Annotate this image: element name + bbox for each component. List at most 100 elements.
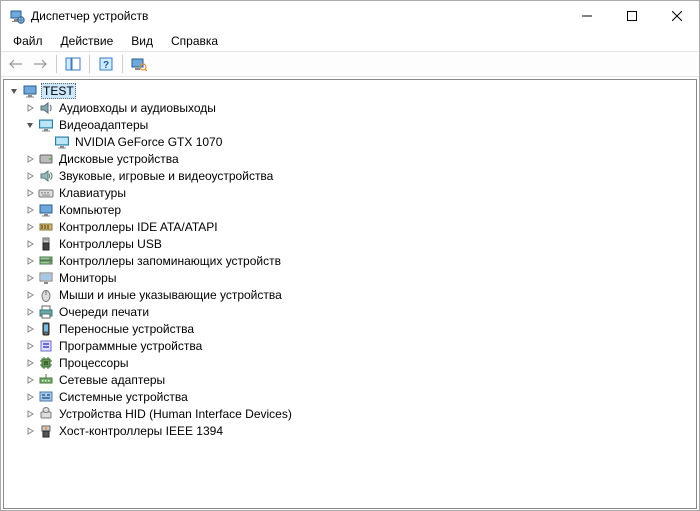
expand-collapse-icon[interactable] <box>24 374 36 386</box>
tree-category[interactable]: Переносные устройства <box>4 320 696 337</box>
tree-category-label: Контроллеры USB <box>57 236 164 252</box>
tree-category-label: Клавиатуры <box>57 185 128 201</box>
expand-collapse-icon[interactable] <box>24 204 36 216</box>
expand-collapse-icon[interactable] <box>24 357 36 369</box>
app-icon <box>9 8 25 24</box>
expand-collapse-icon[interactable] <box>24 289 36 301</box>
portable-icon <box>38 321 54 337</box>
computer-icon <box>38 202 54 218</box>
expand-collapse-icon[interactable] <box>24 102 36 114</box>
tree-category-label: Мыши и иные указывающие устройства <box>57 287 284 303</box>
tree-category[interactable]: Видеоадаптеры <box>4 116 696 133</box>
keyboard-icon <box>38 185 54 201</box>
tree-root[interactable]: TEST <box>4 82 696 99</box>
tree-category[interactable]: Мониторы <box>4 269 696 286</box>
tree-category[interactable]: Компьютер <box>4 201 696 218</box>
show-hide-console-button[interactable] <box>62 53 84 75</box>
menu-view[interactable]: Вид <box>123 32 161 50</box>
expand-collapse-icon[interactable] <box>24 119 36 131</box>
tree-category[interactable]: Процессоры <box>4 354 696 371</box>
tree-category[interactable]: Дисковые устройства <box>4 150 696 167</box>
expand-collapse-icon[interactable] <box>24 153 36 165</box>
tree-category-label: Устройства HID (Human Interface Devices) <box>57 406 294 422</box>
monitor-icon <box>38 270 54 286</box>
tree-category-label: Процессоры <box>57 355 131 371</box>
expand-collapse-icon[interactable] <box>24 187 36 199</box>
forward-button[interactable] <box>29 53 51 75</box>
help-button[interactable]: ? <box>95 53 117 75</box>
usb-icon <box>38 236 54 252</box>
window-title: Диспетчер устройств <box>31 9 564 23</box>
tree-category[interactable]: Хост-контроллеры IEEE 1394 <box>4 422 696 439</box>
expand-collapse-icon[interactable] <box>24 306 36 318</box>
device-tree[interactable]: TESTАудиовходы и аудиовыходыВидеоадаптер… <box>3 79 697 509</box>
expand-collapse-icon[interactable] <box>24 323 36 335</box>
tree-category[interactable]: Мыши и иные указывающие устройства <box>4 286 696 303</box>
menu-action[interactable]: Действие <box>53 32 122 50</box>
tree-category[interactable]: Контроллеры запоминающих устройств <box>4 252 696 269</box>
display-icon <box>54 134 70 150</box>
tree-device-label: NVIDIA GeForce GTX 1070 <box>73 134 224 150</box>
computer-icon <box>22 83 38 99</box>
tree-category-label: Очереди печати <box>57 304 151 320</box>
tree-category[interactable]: Системные устройства <box>4 388 696 405</box>
tree-category-label: Видеоадаптеры <box>57 117 150 133</box>
expand-collapse-icon[interactable] <box>24 238 36 250</box>
network-icon <box>38 372 54 388</box>
tree-category[interactable]: Клавиатуры <box>4 184 696 201</box>
expand-collapse-icon[interactable] <box>24 340 36 352</box>
controller-icon <box>38 219 54 235</box>
toolbar-separator <box>89 55 90 73</box>
tree-category[interactable]: Устройства HID (Human Interface Devices) <box>4 405 696 422</box>
storage-icon <box>38 253 54 269</box>
expand-collapse-icon[interactable] <box>24 221 36 233</box>
display-icon <box>38 117 54 133</box>
disk-icon <box>38 151 54 167</box>
audio-icon <box>38 100 54 116</box>
cpu-icon <box>38 355 54 371</box>
tree-device[interactable]: NVIDIA GeForce GTX 1070 <box>4 133 696 150</box>
tree-category[interactable]: Звуковые, игровые и видеоустройства <box>4 167 696 184</box>
tree-category-label: Хост-контроллеры IEEE 1394 <box>57 423 225 439</box>
tree-category[interactable]: Сетевые адаптеры <box>4 371 696 388</box>
tree-category[interactable]: Контроллеры IDE ATA/ATAPI <box>4 218 696 235</box>
minimize-button[interactable] <box>564 1 609 31</box>
tree-category-label: Мониторы <box>57 270 118 286</box>
tree-category-label: Дисковые устройства <box>57 151 181 167</box>
close-button[interactable] <box>654 1 699 31</box>
expand-collapse-icon[interactable] <box>24 391 36 403</box>
system-icon <box>38 389 54 405</box>
sound-icon <box>38 168 54 184</box>
tree-category-label: Компьютер <box>57 202 123 218</box>
mouse-icon <box>38 287 54 303</box>
toolbar-separator <box>56 55 57 73</box>
tree-category-label: Контроллеры IDE ATA/ATAPI <box>57 219 220 235</box>
toolbar: ? <box>1 51 699 77</box>
tree-category-label: Переносные устройства <box>57 321 196 337</box>
tree-category-label: Системные устройства <box>57 389 190 405</box>
expand-collapse-icon[interactable] <box>24 408 36 420</box>
tree-category[interactable]: Программные устройства <box>4 337 696 354</box>
expand-collapse-icon[interactable] <box>24 272 36 284</box>
back-button[interactable] <box>5 53 27 75</box>
menu-help[interactable]: Справка <box>163 32 226 50</box>
tree-category-label: Аудиовходы и аудиовыходы <box>57 100 218 116</box>
tree-category[interactable]: Аудиовходы и аудиовыходы <box>4 99 696 116</box>
tree-category-label: Звуковые, игровые и видеоустройства <box>57 168 275 184</box>
software-icon <box>38 338 54 354</box>
menu-file[interactable]: Файл <box>5 32 51 50</box>
printer-icon <box>38 304 54 320</box>
tree-category-label: Сетевые адаптеры <box>57 372 167 388</box>
expand-collapse-icon[interactable] <box>24 255 36 267</box>
window-controls <box>564 1 699 31</box>
expand-collapse-icon[interactable] <box>24 170 36 182</box>
expand-collapse-icon[interactable] <box>8 85 20 97</box>
maximize-button[interactable] <box>609 1 654 31</box>
tree-category[interactable]: Очереди печати <box>4 303 696 320</box>
toolbar-separator <box>122 55 123 73</box>
menu-bar: Файл Действие Вид Справка <box>1 31 699 51</box>
title-bar: Диспетчер устройств <box>1 1 699 31</box>
scan-hardware-button[interactable] <box>128 53 150 75</box>
tree-category[interactable]: Контроллеры USB <box>4 235 696 252</box>
expand-collapse-icon[interactable] <box>24 425 36 437</box>
